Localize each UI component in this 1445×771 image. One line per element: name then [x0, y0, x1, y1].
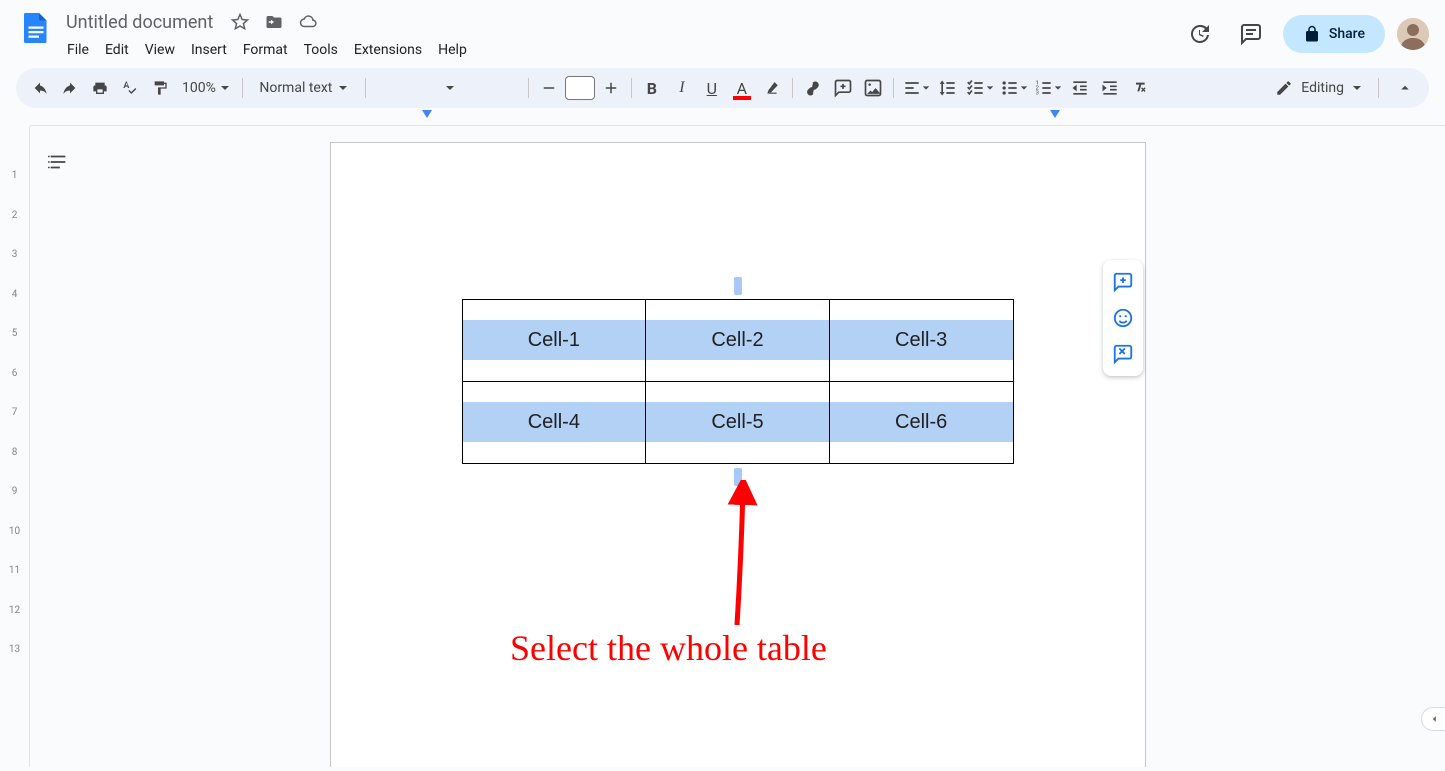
bold-button[interactable]: B [638, 74, 666, 102]
toolbar-container: 100% Normal text B I U A 123 Editing [0, 68, 1445, 108]
menu-format[interactable]: Format [236, 38, 295, 62]
increase-font-size-button[interactable] [597, 74, 625, 102]
chevron-down-icon [445, 83, 455, 93]
contextual-toolbar [1103, 260, 1143, 376]
pencil-icon [1275, 79, 1293, 97]
chevron-down-icon [922, 84, 930, 92]
redo-button[interactable] [56, 74, 84, 102]
undo-button[interactable] [26, 74, 54, 102]
right-indent-marker[interactable] [1050, 110, 1060, 118]
table-row[interactable]: Cell-4 Cell-5 Cell-6 [462, 382, 1013, 464]
cloud-status-icon[interactable] [295, 9, 321, 35]
table-cell[interactable]: Cell-2 [646, 300, 830, 382]
docs-logo[interactable] [16, 8, 56, 48]
menu-extensions[interactable]: Extensions [347, 38, 429, 62]
chevron-down-icon [1054, 84, 1062, 92]
table-row[interactable]: Cell-1 Cell-2 Cell-3 [462, 300, 1013, 382]
table-cell[interactable]: Cell-4 [462, 382, 646, 464]
title-area: Untitled document File Edit View Insert … [60, 8, 1179, 64]
numbered-list-button[interactable]: 123 [1032, 74, 1064, 102]
svg-text:3: 3 [1036, 91, 1039, 97]
chevron-down-icon [220, 83, 230, 93]
menu-tools[interactable]: Tools [297, 38, 345, 62]
move-icon[interactable] [261, 9, 287, 35]
print-button[interactable] [86, 74, 114, 102]
collapse-toolbar-button[interactable] [1391, 74, 1419, 102]
toolbar: 100% Normal text B I U A 123 Editing [16, 68, 1429, 108]
text-color-button[interactable]: A [728, 74, 756, 102]
decrease-font-size-button[interactable] [535, 74, 563, 102]
menu-help[interactable]: Help [431, 38, 474, 62]
suggest-edits-button[interactable] [1107, 338, 1139, 370]
increase-indent-button[interactable] [1096, 74, 1124, 102]
history-icon[interactable] [1179, 14, 1219, 54]
table-cell[interactable]: Cell-6 [829, 382, 1013, 464]
comments-icon[interactable] [1231, 14, 1271, 54]
horizontal-ruler[interactable] [0, 110, 1445, 126]
table-cell[interactable]: Cell-5 [646, 382, 830, 464]
share-label: Share [1329, 26, 1365, 42]
show-outline-button[interactable] [42, 146, 74, 178]
font-size-input[interactable] [565, 76, 595, 100]
show-side-panel-button[interactable] [1421, 707, 1445, 731]
chevron-down-icon [338, 83, 348, 93]
insert-link-button[interactable] [799, 74, 827, 102]
insert-image-button[interactable] [859, 74, 887, 102]
vertical-ruler[interactable]: 12345678910111213 [0, 126, 30, 767]
table-cell[interactable]: Cell-1 [462, 300, 646, 382]
italic-button[interactable]: I [668, 74, 696, 102]
document-table[interactable]: Cell-1 Cell-2 Cell-3 Cell-4 Cell-5 Cell-… [462, 299, 1014, 464]
editing-mode-button[interactable]: Editing [1265, 74, 1372, 102]
highlight-color-button[interactable] [758, 74, 786, 102]
paint-format-button[interactable] [146, 74, 174, 102]
checklist-button[interactable] [964, 74, 996, 102]
font-selector[interactable] [372, 74, 522, 102]
header-right: Share [1179, 8, 1429, 54]
lock-icon [1303, 25, 1321, 43]
menu-edit[interactable]: Edit [98, 38, 136, 62]
document-canvas[interactable]: Cell-1 Cell-2 Cell-3 Cell-4 Cell-5 Cell-… [30, 126, 1445, 767]
chevron-down-icon [986, 84, 994, 92]
menu-insert[interactable]: Insert [184, 38, 234, 62]
chevron-down-icon [1020, 84, 1028, 92]
spellcheck-button[interactable] [116, 74, 144, 102]
zoom-selector[interactable]: 100% [176, 74, 236, 102]
underline-button[interactable]: U [698, 74, 726, 102]
app-header: Untitled document File Edit View Insert … [0, 0, 1445, 64]
decrease-indent-button[interactable] [1066, 74, 1094, 102]
annotation-arrow [723, 480, 763, 630]
line-spacing-button[interactable] [934, 74, 962, 102]
document-page[interactable]: Cell-1 Cell-2 Cell-3 Cell-4 Cell-5 Cell-… [330, 142, 1146, 767]
add-comment-side-button[interactable] [1107, 266, 1139, 298]
align-button[interactable] [900, 74, 932, 102]
table-cell[interactable]: Cell-3 [829, 300, 1013, 382]
menu-file[interactable]: File [60, 38, 96, 62]
star-icon[interactable] [227, 9, 253, 35]
left-indent-marker[interactable] [422, 110, 432, 118]
account-avatar[interactable] [1397, 18, 1429, 50]
bulleted-list-button[interactable] [998, 74, 1030, 102]
share-button[interactable]: Share [1283, 15, 1385, 53]
emoji-reaction-button[interactable] [1107, 302, 1139, 334]
menu-view[interactable]: View [138, 38, 182, 62]
table-drag-handle-top[interactable] [734, 277, 742, 295]
menu-bar: File Edit View Insert Format Tools Exten… [60, 36, 1179, 64]
paragraph-style-selector[interactable]: Normal text [249, 74, 359, 102]
chevron-down-icon [1352, 83, 1362, 93]
add-comment-button[interactable] [829, 74, 857, 102]
clear-formatting-button[interactable] [1126, 74, 1154, 102]
document-title[interactable]: Untitled document [60, 10, 219, 35]
